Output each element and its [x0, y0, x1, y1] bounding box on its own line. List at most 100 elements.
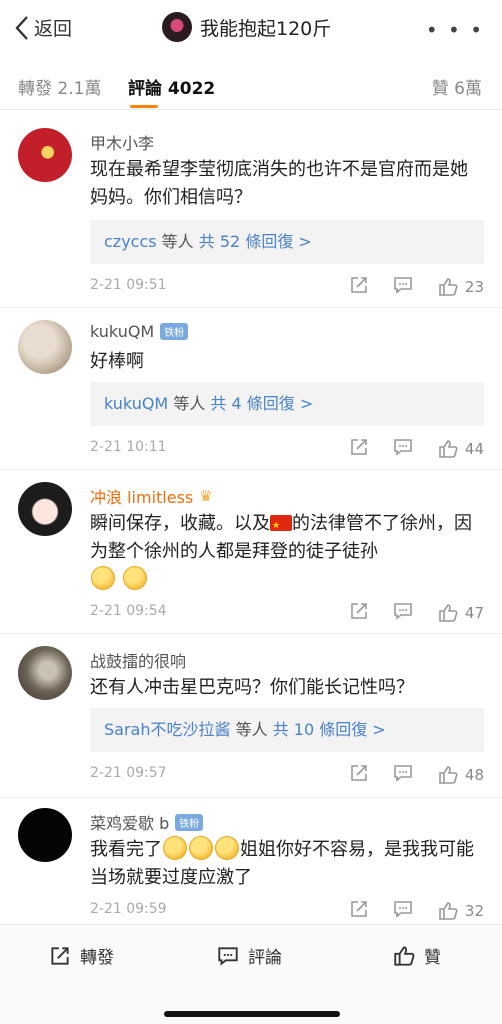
tab-comments[interactable]: 評論 4022 — [128, 74, 215, 99]
reply-mid: 等人 — [230, 720, 273, 739]
thumbs-up-icon — [439, 440, 458, 458]
comment-time: 2-21 10:11 — [90, 439, 167, 455]
smile-emoji-icon — [91, 566, 115, 590]
thumbs-up-icon — [439, 604, 458, 622]
like-label: 贊 — [424, 948, 441, 968]
avatar[interactable] — [18, 320, 72, 374]
like-button[interactable]: 贊 — [392, 943, 441, 968]
top-nav-bar: 返回 我能抱起120斤 • • • — [0, 0, 502, 58]
comment-icon — [218, 946, 238, 965]
like-count: 48 — [464, 766, 484, 784]
comment-text: 还有人冲击星巴克吗？你们能长记性吗？ — [90, 677, 414, 698]
share-icon[interactable] — [348, 898, 370, 920]
repost-button[interactable]: 轉發 — [48, 943, 114, 968]
comment-icon[interactable] — [392, 600, 414, 622]
like-count: 32 — [464, 902, 484, 920]
comment-text: 瞬间保存，收藏。以及的法律管不了徐州，因为整个徐州的人都是拜登的徒子徒孙 — [90, 510, 484, 594]
share-icon[interactable] — [348, 600, 370, 622]
reply-summary[interactable]: czyccs 等人 共 52 條回復 > — [90, 220, 484, 264]
comment-username-text: 冲浪 limitless — [90, 488, 194, 507]
reply-username[interactable]: czyccs — [104, 232, 157, 251]
smile-emoji-icon — [122, 566, 147, 590]
like-button[interactable]: 32 — [437, 900, 484, 922]
comment-icon[interactable] — [392, 898, 414, 920]
share-icon[interactable] — [348, 762, 370, 784]
comment-meta: 2-21 09:54 47 — [90, 600, 484, 624]
comment-text: 好棒啊 — [90, 351, 144, 372]
reply-username[interactable]: Sarah不吃沙拉酱 — [104, 720, 231, 739]
comment-item: 甲木小李 现在最希望李莹彻底消失的也许不是官府而是她妈妈。你们相信吗？ czyc… — [0, 110, 502, 308]
comment-text-part: 我看完了 — [90, 839, 162, 860]
avatar[interactable] — [18, 646, 72, 700]
comment-item: 冲浪 limitless ♛ 瞬间保存，收藏。以及的法律管不了徐州，因为整个徐州… — [0, 470, 502, 634]
comment-label: 評論 — [248, 948, 282, 968]
comment-username[interactable]: 菜鸡爱歇 b 铁粉 — [90, 810, 204, 834]
bottom-action-bar: 轉發 評論 贊 — [0, 924, 502, 1024]
comment-text-part: 瞬间保存，收藏。以及 — [90, 513, 270, 534]
avatar[interactable] — [18, 482, 72, 536]
comment-time: 2-21 09:57 — [90, 765, 167, 781]
comment-time: 2-21 09:59 — [90, 901, 167, 917]
thumbs-up-icon — [394, 945, 415, 966]
like-button[interactable]: 44 — [437, 438, 484, 460]
comment-button[interactable]: 評論 — [216, 943, 282, 968]
comment-username-text: kukuQM — [90, 322, 155, 341]
reply-count[interactable]: 共 10 條回復 > — [273, 720, 386, 739]
thumbs-up-icon — [439, 902, 458, 920]
more-options-icon[interactable]: • • • — [426, 18, 484, 42]
back-button[interactable]: 返回 — [14, 14, 72, 41]
comment-username[interactable]: 战鼓擂的很响 — [90, 648, 186, 672]
comment-text: 现在最希望李莹彻底消失的也许不是官府而是她妈妈。你们相信吗？ — [90, 159, 468, 208]
comment-meta: 2-21 09:51 23 — [90, 274, 484, 298]
comment-username-text: 菜鸡爱歇 b — [90, 814, 170, 833]
crown-icon: ♛ — [199, 487, 213, 505]
crying-emoji-icon — [163, 836, 187, 860]
like-count: 23 — [464, 278, 484, 296]
comment-item: kukuQM 铁粉 好棒啊 kukuQM 等人 共 4 條回復 > 2-21 1… — [0, 308, 502, 470]
comment-meta: 2-21 10:11 44 — [90, 436, 484, 460]
page-title[interactable]: 我能抱起120斤 — [162, 12, 331, 42]
title-avatar — [162, 12, 192, 42]
crying-emoji-icon — [189, 836, 213, 860]
reply-count[interactable]: 共 4 條回復 > — [210, 394, 313, 413]
page-title-text: 我能抱起120斤 — [200, 17, 332, 40]
reply-summary[interactable]: Sarah不吃沙拉酱 等人 共 10 條回復 > — [90, 708, 484, 752]
comment-item: 菜鸡爱歇 b 铁粉 我看完了 姐姐你好不容易，是我我可能当场就要过度应激了 2-2… — [0, 798, 502, 924]
comment-username[interactable]: kukuQM 铁粉 — [90, 322, 189, 341]
like-button[interactable]: 47 — [437, 602, 484, 624]
reply-count[interactable]: 共 52 條回復 > — [199, 232, 312, 251]
reply-username[interactable]: kukuQM — [104, 394, 168, 413]
tab-bar: 轉發 2.1萬 評論 4022 贊 6萬 — [0, 58, 502, 110]
comment-username[interactable]: 甲木小李 — [90, 130, 154, 154]
share-icon[interactable] — [348, 274, 370, 296]
reply-summary[interactable]: kukuQM 等人 共 4 條回復 > — [90, 382, 484, 426]
comment-icon[interactable] — [392, 274, 414, 296]
active-tab-indicator — [130, 105, 158, 108]
comment-meta: 2-21 09:59 32 — [90, 898, 484, 922]
like-count: 47 — [464, 604, 484, 622]
comment-time: 2-21 09:51 — [90, 277, 167, 293]
thumbs-up-icon — [439, 766, 458, 784]
repost-label: 轉發 — [80, 948, 114, 968]
comment-item: 战鼓擂的很响 还有人冲击星巴克吗？你们能长记性吗？ Sarah不吃沙拉酱 等人 … — [0, 634, 502, 798]
tab-likes[interactable]: 贊 6萬 — [432, 74, 482, 99]
like-button[interactable]: 48 — [437, 764, 484, 786]
comment-meta: 2-21 09:57 48 — [90, 762, 484, 786]
comment-icon[interactable] — [392, 762, 414, 784]
tab-reposts[interactable]: 轉發 2.1萬 — [18, 74, 101, 99]
comment-username[interactable]: 冲浪 limitless ♛ — [90, 484, 213, 508]
home-indicator — [164, 1011, 340, 1017]
reply-mid: 等人 — [168, 394, 211, 413]
comment-icon[interactable] — [392, 436, 414, 458]
share-icon[interactable] — [348, 436, 370, 458]
china-flag-icon — [270, 512, 292, 540]
avatar[interactable] — [18, 128, 72, 182]
fan-badge: 铁粉 — [175, 813, 204, 831]
fan-badge: 铁粉 — [160, 323, 189, 340]
comment-text: 我看完了 姐姐你好不容易，是我我可能当场就要过度应激了 — [90, 836, 484, 892]
crying-emoji-icon — [215, 836, 239, 860]
avatar[interactable] — [18, 808, 72, 862]
chevron-left-icon — [15, 15, 28, 40]
thumbs-up-icon — [439, 278, 458, 296]
like-button[interactable]: 23 — [437, 276, 484, 298]
